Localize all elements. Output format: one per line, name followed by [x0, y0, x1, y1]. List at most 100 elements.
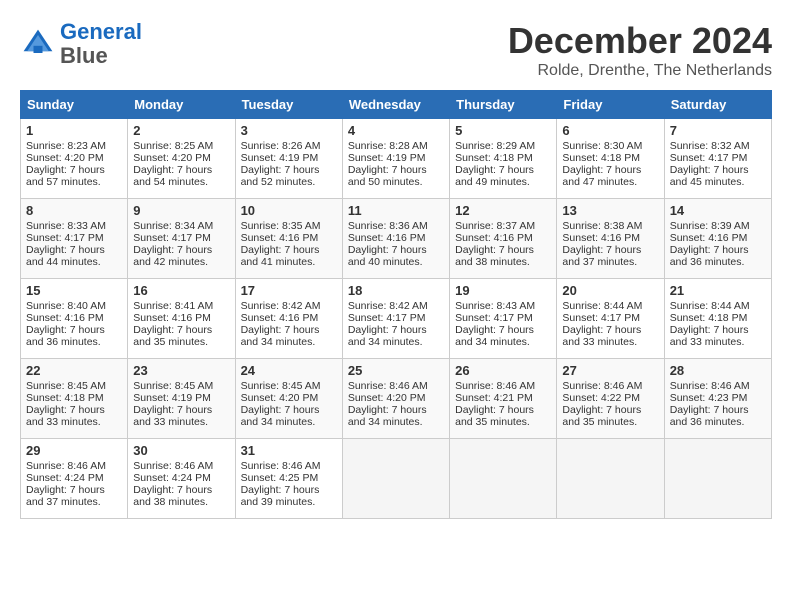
sunset: Sunset: 4:20 PM	[241, 392, 319, 404]
day-number: 26	[455, 363, 551, 378]
day-number: 10	[241, 203, 337, 218]
day-number: 1	[26, 123, 122, 138]
calendar-cell: 16Sunrise: 8:41 AMSunset: 4:16 PMDayligh…	[128, 279, 235, 359]
sunrise: Sunrise: 8:41 AM	[133, 300, 213, 312]
sunset: Sunset: 4:23 PM	[670, 392, 748, 404]
day-number: 24	[241, 363, 337, 378]
daylight-label: Daylight: 7 hours and 36 minutes.	[670, 404, 749, 428]
calendar-cell: 6Sunrise: 8:30 AMSunset: 4:18 PMDaylight…	[557, 119, 664, 199]
calendar-cell	[664, 439, 771, 519]
daylight-label: Daylight: 7 hours and 57 minutes.	[26, 164, 105, 188]
daylight-label: Daylight: 7 hours and 37 minutes.	[562, 244, 641, 268]
sunrise: Sunrise: 8:45 AM	[26, 380, 106, 392]
day-number: 21	[670, 283, 766, 298]
daylight-label: Daylight: 7 hours and 35 minutes.	[133, 324, 212, 348]
day-number: 3	[241, 123, 337, 138]
calendar-cell: 8Sunrise: 8:33 AMSunset: 4:17 PMDaylight…	[21, 199, 128, 279]
day-number: 16	[133, 283, 229, 298]
sunset: Sunset: 4:19 PM	[241, 152, 319, 164]
calendar-cell: 23Sunrise: 8:45 AMSunset: 4:19 PMDayligh…	[128, 359, 235, 439]
sunrise: Sunrise: 8:37 AM	[455, 220, 535, 232]
sunset: Sunset: 4:18 PM	[455, 152, 533, 164]
calendar-cell: 9Sunrise: 8:34 AMSunset: 4:17 PMDaylight…	[128, 199, 235, 279]
sunrise: Sunrise: 8:28 AM	[348, 140, 428, 152]
sunrise: Sunrise: 8:46 AM	[241, 460, 321, 472]
sunrise: Sunrise: 8:30 AM	[562, 140, 642, 152]
calendar-cell: 28 Sunrise: 8:46 AMSunset: 4:23 PMDayligh…	[664, 359, 771, 439]
day-number: 5	[455, 123, 551, 138]
sunset: Sunset: 4:20 PM	[348, 392, 426, 404]
sunrise: Sunrise: 8:46 AM	[670, 380, 750, 392]
daylight-label: Daylight: 7 hours and 34 minutes.	[455, 324, 534, 348]
daylight-label: Daylight: 7 hours and 34 minutes.	[348, 324, 427, 348]
title-block: December 2024 Rolde, Drenthe, The Nether…	[508, 20, 772, 80]
sunrise: Sunrise: 8:46 AM	[26, 460, 106, 472]
sunrise: Sunrise: 8:46 AM	[455, 380, 535, 392]
location: Rolde, Drenthe, The Netherlands	[508, 62, 772, 80]
day-number: 9	[133, 203, 229, 218]
sunset: Sunset: 4:19 PM	[348, 152, 426, 164]
daylight-label: Daylight: 7 hours and 45 minutes.	[670, 164, 749, 188]
daylight-label: Daylight: 7 hours and 39 minutes.	[241, 484, 320, 508]
daylight-label: Daylight: 7 hours and 36 minutes.	[670, 244, 749, 268]
day-number: 28	[670, 363, 766, 378]
calendar-cell: 29Sunrise: 8:46 AMSunset: 4:24 PMDayligh…	[21, 439, 128, 519]
day-number: 2	[133, 123, 229, 138]
month-title: December 2024	[508, 20, 772, 62]
sunset: Sunset: 4:17 PM	[133, 232, 211, 244]
calendar-cell: 15Sunrise: 8:40 AMSunset: 4:16 PMDayligh…	[21, 279, 128, 359]
sunset: Sunset: 4:16 PM	[348, 232, 426, 244]
day-number: 31	[241, 443, 337, 458]
calendar-cell: 24Sunrise: 8:45 AMSunset: 4:20 PMDayligh…	[235, 359, 342, 439]
header-sunday: Sunday	[21, 91, 128, 119]
sunrise: Sunrise: 8:42 AM	[348, 300, 428, 312]
sunrise: Sunrise: 8:42 AM	[241, 300, 321, 312]
sunrise: Sunrise: 8:46 AM	[562, 380, 642, 392]
sunrise: Sunrise: 8:39 AM	[670, 220, 750, 232]
calendar-cell: 1Sunrise: 8:23 AMSunset: 4:20 PMDaylight…	[21, 119, 128, 199]
day-number: 14	[670, 203, 766, 218]
sunset: Sunset: 4:25 PM	[241, 472, 319, 484]
day-number: 23	[133, 363, 229, 378]
sunset: Sunset: 4:17 PM	[455, 312, 533, 324]
sunset: Sunset: 4:16 PM	[670, 232, 748, 244]
calendar-cell: 21Sunrise: 8:44 AMSunset: 4:18 PMDayligh…	[664, 279, 771, 359]
daylight-label: Daylight: 7 hours and 40 minutes.	[348, 244, 427, 268]
header-thursday: Thursday	[450, 91, 557, 119]
day-number: 19	[455, 283, 551, 298]
logo-icon	[20, 26, 56, 62]
sunset: Sunset: 4:19 PM	[133, 392, 211, 404]
day-number: 30	[133, 443, 229, 458]
week-row-3: 15Sunrise: 8:40 AMSunset: 4:16 PMDayligh…	[21, 279, 772, 359]
sunrise: Sunrise: 8:33 AM	[26, 220, 106, 232]
sunrise: Sunrise: 8:44 AM	[562, 300, 642, 312]
sunset: Sunset: 4:21 PM	[455, 392, 533, 404]
sunset: Sunset: 4:22 PM	[562, 392, 640, 404]
daylight-label: Daylight: 7 hours and 35 minutes.	[455, 404, 534, 428]
sunrise: Sunrise: 8:29 AM	[455, 140, 535, 152]
day-number: 18	[348, 283, 444, 298]
sunrise: Sunrise: 8:25 AM	[133, 140, 213, 152]
week-row-5: 29 Sunrise: 8:46 AM Sunset: 4:24 PM Dayligh…	[21, 439, 772, 519]
day-number: 7	[670, 123, 766, 138]
calendar-cell: 3Sunrise: 8:26 AMSunset: 4:19 PMDaylight…	[235, 119, 342, 199]
calendar-cell: 17Sunrise: 8:42 AMSunset: 4:16 PMDayligh…	[235, 279, 342, 359]
daylight-label: Daylight: 7 hours and 54 minutes.	[133, 164, 212, 188]
week-row-2: 8Sunrise: 8:33 AMSunset: 4:17 PMDaylight…	[21, 199, 772, 279]
logo: GeneralBlue	[20, 20, 142, 68]
header-wednesday: Wednesday	[342, 91, 449, 119]
calendar-cell	[557, 439, 664, 519]
calendar-cell: 13Sunrise: 8:38 AMSunset: 4:16 PMDayligh…	[557, 199, 664, 279]
calendar-cell: 26 Sunrise: 8:46 AMSunset: 4:21 PMDayligh…	[450, 359, 557, 439]
day-number: 4	[348, 123, 444, 138]
calendar-cell: 19Sunrise: 8:43 AMSunset: 4:17 PMDayligh…	[450, 279, 557, 359]
calendar-cell: 27Sunrise: 8:46 AMSunset: 4:22 PMDayligh…	[557, 359, 664, 439]
sunset: Sunset: 4:24 PM	[133, 472, 211, 484]
daylight-label: Daylight: 7 hours and 42 minutes.	[133, 244, 212, 268]
daylight-label: Daylight: 7 hours and 47 minutes.	[562, 164, 641, 188]
day-number: 29	[26, 443, 122, 458]
daylight-label: Daylight: 7 hours and 35 minutes.	[562, 404, 641, 428]
daylight-label: Daylight: 7 hours and 37 minutes.	[26, 484, 105, 508]
daylight-label: Daylight: 7 hours and 33 minutes.	[670, 324, 749, 348]
header-monday: Monday	[128, 91, 235, 119]
